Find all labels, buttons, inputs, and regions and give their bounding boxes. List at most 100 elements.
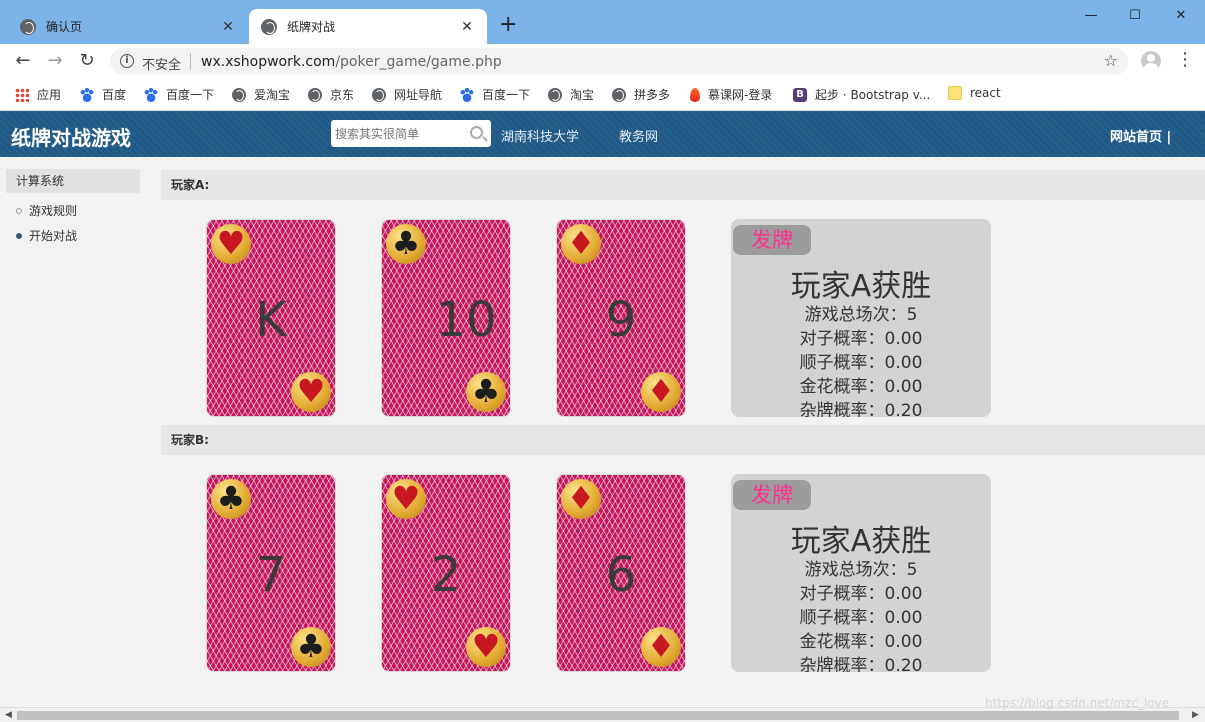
globe-icon xyxy=(20,18,36,35)
bookmark-react[interactable]: react xyxy=(948,86,1001,100)
heart-icon: ♥ xyxy=(291,372,331,412)
bookmark-label: 百度一下 xyxy=(166,88,215,102)
player-b-stats-panel: 发牌 玩家A获胜 游戏总场次：5 对子概率：0.00 顺子概率：0.00 金花概… xyxy=(731,474,991,672)
maximize-button[interactable]: ☐ xyxy=(1112,4,1158,28)
bookmark-label: 起步 · Bootstrap v... xyxy=(815,88,931,102)
player-a-card-2: ♣ 10 ♣ xyxy=(381,219,511,417)
search-input[interactable] xyxy=(335,124,460,143)
bookmark-nav[interactable]: 网址导航 xyxy=(372,86,442,103)
deal-button[interactable]: 发牌 xyxy=(733,225,811,255)
search-icon[interactable] xyxy=(470,126,483,139)
heart-icon: ♥ xyxy=(386,479,426,519)
back-button[interactable]: ← xyxy=(12,50,34,72)
player-a-card-1: ♥ K ♥ xyxy=(206,219,336,417)
url-text: wx.xshopwork.com/poker_game/game.php xyxy=(201,54,502,70)
player-a-card-3: ♦ 9 ♦ xyxy=(556,219,686,417)
club-icon: ♣ xyxy=(386,224,426,264)
club-icon: ♣ xyxy=(291,627,331,667)
bookmark-label: 应用 xyxy=(37,88,62,102)
security-label: 不安全 xyxy=(142,58,182,73)
link-hnust[interactable]: 湖南科技大学 xyxy=(501,126,579,145)
stat-pair-probability: 对子概率：0.00 xyxy=(799,329,923,349)
new-tab-button[interactable]: + xyxy=(499,14,517,36)
bookmark-imooc[interactable]: 慕课网-登录 xyxy=(690,86,772,103)
tab-title: 纸牌对战 xyxy=(287,20,336,34)
card-rank: 6 xyxy=(605,547,637,603)
minimize-button[interactable]: — xyxy=(1068,4,1114,28)
bookmark-jd[interactable]: 京东 xyxy=(308,86,354,103)
sidebar: 计算系统 游戏规则 开始对战 xyxy=(0,157,141,707)
close-icon[interactable]: ✕ xyxy=(459,19,475,35)
card-rank: K xyxy=(255,292,287,348)
player-a-stats-panel: 发牌 玩家A获胜 游戏总场次：5 对子概率：0.00 顺子概率：0.00 金花概… xyxy=(731,219,991,417)
game-result: 玩家A获胜 xyxy=(790,524,932,559)
scroll-left-icon[interactable]: ◀ xyxy=(5,710,12,720)
url-input[interactable]: i 不安全 wx.xshopwork.com/poker_game/game.p… xyxy=(110,48,1128,75)
game-result: 玩家A获胜 xyxy=(790,269,932,304)
club-icon: ♣ xyxy=(466,372,506,412)
bookmark-label: 慕课网-登录 xyxy=(708,88,773,102)
tab-confirm[interactable]: 确认页 ✕ xyxy=(8,9,248,44)
forward-button[interactable]: → xyxy=(44,50,66,72)
player-b-card-1: ♣ 7 ♣ xyxy=(206,474,336,672)
globe-icon xyxy=(308,87,322,102)
paw-icon xyxy=(460,87,474,102)
diamond-icon: ♦ xyxy=(561,479,601,519)
club-icon: ♣ xyxy=(211,479,251,519)
site-title: 纸牌对战游戏 xyxy=(11,126,131,150)
bookmark-star-icon[interactable]: ☆ xyxy=(1104,51,1118,70)
stat-total-games: 游戏总场次：5 xyxy=(804,560,918,580)
flame-icon xyxy=(690,87,700,102)
bookmark-label: 爱淘宝 xyxy=(254,88,291,102)
close-icon[interactable]: ✕ xyxy=(220,19,236,35)
bookmark-label: 淘宝 xyxy=(570,88,595,102)
reload-button[interactable]: ↻ xyxy=(76,50,98,72)
apps-icon xyxy=(15,87,29,102)
scrollbar-thumb[interactable] xyxy=(17,711,1179,720)
sidebar-item-rules[interactable]: 游戏规则 xyxy=(16,202,77,219)
address-bar: ← → ↻ i 不安全 wx.xshopwork.com/poker_game/… xyxy=(0,44,1205,78)
search-box xyxy=(331,120,491,147)
globe-icon xyxy=(372,87,386,102)
site-header: 纸牌对战游戏 湖南科技大学 教务网 网站首页 | xyxy=(0,111,1205,157)
card-rank: 2 xyxy=(430,547,462,603)
profile-avatar[interactable] xyxy=(1141,51,1161,71)
url-host: wx.xshopwork.com xyxy=(201,54,336,70)
more-menu-icon[interactable]: ⋮ xyxy=(1176,49,1194,71)
home-link[interactable]: 网站首页 | xyxy=(1110,126,1171,145)
tab-poker-battle[interactable]: 纸牌对战 ✕ xyxy=(249,9,487,44)
diamond-icon: ♦ xyxy=(561,224,601,264)
bookmark-taobao[interactable]: 淘宝 xyxy=(548,86,594,103)
bookmark-apps[interactable]: 应用 xyxy=(15,86,61,103)
link-academic-affairs[interactable]: 教务网 xyxy=(619,126,658,145)
stat-flush-probability: 金花概率：0.00 xyxy=(799,377,923,397)
browser-tab-bar: 确认页 ✕ 纸牌对战 ✕ + — ☐ ✕ xyxy=(0,0,1205,44)
globe-icon xyxy=(612,87,626,102)
bookmark-baidu-search[interactable]: 百度一下 xyxy=(144,86,214,103)
bookmark-bootstrap[interactable]: B 起步 · Bootstrap v... xyxy=(793,86,930,103)
info-icon[interactable]: i xyxy=(120,54,134,68)
globe-icon xyxy=(261,18,277,35)
tab-title: 确认页 xyxy=(46,20,83,34)
bookmark-aitaobao[interactable]: 爱淘宝 xyxy=(232,86,290,103)
stat-total-games: 游戏总场次：5 xyxy=(804,305,918,325)
stat-high-card-probability: 杂牌概率：0.20 xyxy=(799,401,923,417)
deal-button[interactable]: 发牌 xyxy=(733,480,811,510)
diamond-icon: ♦ xyxy=(641,627,681,667)
bookmark-baidu-search-2[interactable]: 百度一下 xyxy=(460,86,530,103)
paw-icon xyxy=(80,87,94,102)
player-b-card-3: ♦ 6 ♦ xyxy=(556,474,686,672)
scroll-right-icon[interactable]: ▶ xyxy=(1192,710,1199,720)
sidebar-item-label: 游戏规则 xyxy=(29,204,78,218)
bookmark-label: react xyxy=(970,86,1001,100)
stat-high-card-probability: 杂牌概率：0.20 xyxy=(799,656,923,672)
player-a-heading: 玩家A: xyxy=(161,170,1205,200)
close-window-button[interactable]: ✕ xyxy=(1158,4,1204,28)
card-rank: 10 xyxy=(435,292,497,348)
sidebar-item-start-battle[interactable]: 开始对战 xyxy=(16,227,77,244)
stat-pair-probability: 对子概率：0.00 xyxy=(799,584,923,604)
card-rank: 7 xyxy=(255,547,287,603)
bookmark-pinduoduo[interactable]: 拼多多 xyxy=(612,86,670,103)
bookmark-baidu[interactable]: 百度 xyxy=(80,86,126,103)
url-path: /poker_game/game.php xyxy=(335,54,502,70)
